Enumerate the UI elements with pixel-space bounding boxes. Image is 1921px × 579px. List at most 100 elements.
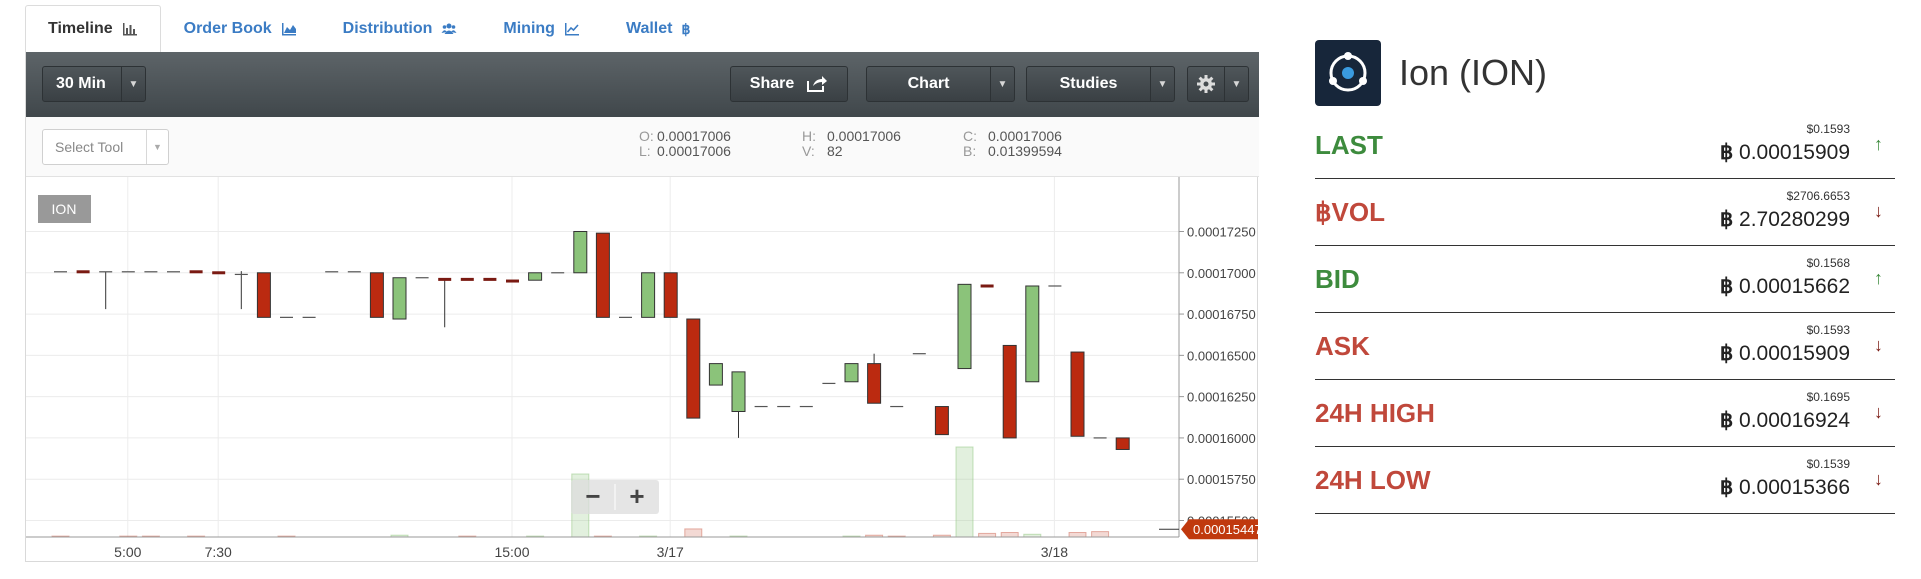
tab-order-book[interactable]: Order Book: [161, 5, 320, 52]
stat-btc-value: ฿ 2.70280299: [1720, 207, 1850, 232]
candle-body: [731, 371, 746, 412]
stat-btc-value: ฿ 0.00015366: [1720, 475, 1850, 500]
bitcoin-icon: ฿: [1719, 342, 1740, 365]
tab-label: Mining: [503, 20, 555, 37]
candle-body: [1115, 437, 1130, 450]
interval-dropdown[interactable]: 30 Min ▼: [42, 66, 146, 102]
candle-body: [369, 272, 384, 318]
y-tick-label: 0.00016500: [1187, 348, 1256, 363]
tab-timeline[interactable]: Timeline: [25, 5, 161, 52]
users-icon: [441, 23, 457, 34]
symbol-badge-label: ION: [52, 201, 77, 217]
high-value: 0.00017006: [827, 128, 901, 144]
stat-btc-value: ฿ 0.00015909: [1720, 140, 1850, 165]
tab-label: Distribution: [342, 20, 433, 37]
stat-btc-value: ฿ 0.00016924: [1720, 408, 1850, 433]
tab-label: Order Book: [183, 20, 272, 37]
bitcoin-icon: ฿: [1719, 275, 1740, 298]
tab-mining[interactable]: Mining: [480, 5, 603, 52]
chart-tabs: Timeline Order Book Distribution Mining …: [25, 5, 713, 52]
zoom-in-button[interactable]: +: [629, 481, 644, 511]
y-tick-label: 0.00017000: [1187, 266, 1256, 281]
open-value: 0.00017006: [657, 128, 731, 144]
candle-body: [256, 272, 271, 318]
y-tick-label: 0.00016250: [1187, 390, 1256, 405]
chart-type-dropdown[interactable]: Chart ▼: [866, 66, 1015, 102]
volume-bar: [1068, 532, 1087, 538]
stat-usd-value: $0.1593: [1806, 122, 1850, 136]
arrow-down-icon: ↓: [1874, 402, 1883, 422]
volume-bar: [684, 528, 703, 538]
stat-row: ฿VOL $2706.6653 ฿ 2.70280299 ↓: [1315, 179, 1895, 246]
ion-logo-icon: [1315, 40, 1381, 106]
low-value: 0.00017006: [657, 143, 731, 159]
chevron-down-icon: ▼: [1224, 67, 1248, 101]
share-label: Share: [749, 75, 795, 92]
chart-panel: 30 Min ▼ Share Chart ▼ Studies ▼ ▼ Selec…: [25, 52, 1259, 562]
select-tool-dropdown[interactable]: Select Tool ▼: [42, 129, 169, 165]
candle-body: [573, 230, 588, 274]
ohlc-high-volume: H: 0.00017006 V: 82: [802, 129, 901, 159]
x-tick-label: 3/18: [1041, 544, 1068, 560]
chevron-down-icon: ▼: [121, 67, 145, 101]
high-key: H:: [802, 128, 816, 144]
ohlc-close-btcvol: C: 0.00017006 B: 0.01399594: [963, 129, 1062, 159]
x-tick-label: 7:30: [205, 544, 232, 560]
stat-row: LAST $0.1593 ฿ 0.00015909 ↑: [1315, 112, 1895, 179]
price-chart[interactable]: 0.00017250 0.00017000 0.00016750 0.00016500…: [26, 177, 1259, 562]
tab-wallet[interactable]: Wallet ฿: [603, 5, 713, 52]
volume-bar: [978, 532, 997, 538]
studies-dropdown[interactable]: Studies ▼: [1026, 66, 1175, 102]
coin-name: Ion (ION): [1399, 52, 1548, 93]
stat-btc-amount: 2.70280299: [1739, 208, 1850, 231]
area-chart-icon: [281, 23, 296, 36]
tab-label: Timeline: [48, 20, 113, 37]
chart-type-label: Chart: [907, 75, 950, 92]
share-button[interactable]: Share: [730, 66, 848, 102]
settings-dropdown[interactable]: ▼: [1187, 66, 1249, 102]
bar-chart-icon: [122, 23, 137, 36]
bitcoin-icon: ฿: [1719, 409, 1740, 432]
market-stats: LAST $0.1593 ฿ 0.00015909 ↑ ฿VOL $2706.6653 ฿ …: [1315, 112, 1895, 514]
candle-body: [1025, 285, 1040, 383]
tab-distribution[interactable]: Distribution: [320, 5, 481, 52]
gear-icon: [1197, 75, 1215, 93]
arrow-down-icon: ↓: [1874, 201, 1883, 221]
arrow-down-icon: ↓: [1874, 469, 1883, 489]
ohlc-open-low: O: 0.00017006 L: 0.00017006: [639, 129, 731, 159]
bitcoin-icon: ฿: [681, 20, 691, 37]
stat-btc-amount: 0.00015909: [1739, 141, 1850, 164]
btcvol-value: 0.01399594: [988, 143, 1062, 159]
arrow-up-icon: ↑: [1874, 134, 1883, 154]
stat-label: 24H HIGH: [1315, 398, 1435, 428]
candle-body: [528, 272, 543, 281]
candle-body: [686, 318, 701, 419]
current-price-label: 0.00015447: [1193, 522, 1259, 537]
bitcoin-icon: ฿: [1719, 476, 1740, 499]
stat-label: ฿VOL: [1315, 197, 1385, 227]
chart-toolbar: 30 Min ▼ Share Chart ▼ Studies ▼ ▼: [26, 52, 1259, 117]
candle-body: [392, 277, 407, 320]
arrow-down-icon: ↓: [1874, 335, 1883, 355]
chevron-down-icon: ▼: [146, 130, 168, 164]
stat-label: BID: [1315, 264, 1360, 294]
low-key: L:: [639, 143, 651, 159]
stat-btc-value: ฿ 0.00015909: [1720, 341, 1850, 366]
x-tick-label: 15:00: [494, 544, 529, 560]
stat-usd-value: $0.1539: [1806, 457, 1850, 471]
y-tick-label: 0.00015750: [1187, 472, 1256, 487]
stat-btc-amount: 0.00015662: [1739, 275, 1850, 298]
volume-value: 82: [827, 143, 843, 159]
stat-row: BID $0.1568 ฿ 0.00015662 ↑: [1315, 246, 1895, 313]
close-key: C:: [963, 128, 977, 144]
y-tick-label: 0.00016000: [1187, 431, 1256, 446]
studies-label: Studies: [1059, 75, 1118, 92]
select-tool-label: Select Tool: [55, 139, 124, 155]
zoom-out-button[interactable]: −: [585, 481, 600, 511]
stat-btc-amount: 0.00015909: [1739, 342, 1850, 365]
stat-usd-value: $0.1593: [1806, 323, 1850, 337]
chevron-down-icon: ▼: [990, 67, 1014, 101]
bitcoin-icon: ฿: [1719, 208, 1740, 231]
stat-label: LAST: [1315, 130, 1383, 160]
volume-bar: [955, 446, 974, 538]
